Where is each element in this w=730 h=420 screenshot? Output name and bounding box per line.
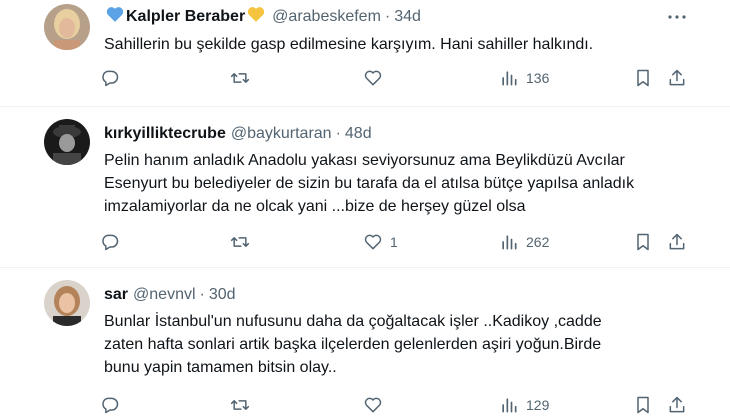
tweet-text: Pelin hanım anladık Anadolu yakası seviy…	[104, 152, 635, 215]
views-button[interactable]: 136	[499, 66, 549, 90]
like-button[interactable]: 1	[363, 230, 398, 254]
bookmark-button[interactable]	[633, 230, 653, 254]
view-count: 136	[526, 70, 550, 86]
heart-icon	[364, 397, 382, 413]
share-icon	[669, 233, 685, 250]
reply-button[interactable]	[100, 230, 127, 254]
separator-dot: ·	[199, 286, 205, 303]
retweet-icon	[230, 400, 250, 410]
user-handle[interactable]: @nevnvl	[133, 285, 196, 305]
tweet[interactable]: sar @nevnvl · 30d Bunlar İstanbul'un nuf…	[0, 268, 730, 420]
timestamp[interactable]: 48d	[345, 124, 372, 144]
blue-heart-icon	[106, 6, 124, 28]
retweet-button[interactable]	[230, 393, 257, 417]
heart-icon	[364, 70, 382, 86]
yellow-heart-icon	[247, 6, 265, 28]
views-button[interactable]: 262	[499, 230, 549, 254]
heart-icon	[364, 234, 382, 250]
like-button[interactable]	[363, 393, 390, 417]
share-button[interactable]	[667, 230, 687, 254]
tweet-text: Bunlar İstanbul'un nufusunu daha da çoğa…	[104, 313, 602, 376]
tweet-actions: 136	[96, 66, 696, 90]
display-name[interactable]: sar	[104, 285, 128, 305]
user-avatar[interactable]	[44, 4, 90, 50]
analytics-icon	[502, 398, 517, 413]
separator-dot: ·	[384, 8, 391, 25]
bookmark-icon	[637, 396, 649, 414]
like-count: 1	[390, 234, 398, 250]
bookmark-button[interactable]	[633, 66, 653, 90]
tweet-actions: 129	[96, 393, 696, 417]
separator-dot: ·	[335, 125, 341, 142]
timestamp[interactable]: 30d	[209, 285, 236, 305]
reply-button[interactable]	[100, 66, 127, 90]
retweet-button[interactable]	[230, 66, 257, 90]
tweet[interactable]: Kalpler Beraber @arabeskefem · 34d Sahil…	[0, 0, 730, 106]
bookmark-icon	[637, 69, 649, 87]
view-count: 129	[526, 397, 550, 413]
timestamp[interactable]: 34d	[394, 7, 421, 27]
more-options-icon[interactable]	[666, 7, 688, 27]
views-button[interactable]: 129	[499, 393, 549, 417]
analytics-icon	[502, 71, 517, 86]
share-icon	[669, 396, 685, 413]
retweet-icon	[230, 73, 250, 83]
bookmark-button[interactable]	[633, 393, 653, 417]
share-button[interactable]	[667, 66, 687, 90]
retweet-button[interactable]	[230, 230, 257, 254]
tweet-feed: Kalpler Beraber @arabeskefem · 34d Sahil…	[0, 0, 730, 420]
retweet-icon	[230, 237, 250, 247]
reply-icon	[102, 70, 119, 87]
user-avatar[interactable]	[44, 280, 90, 326]
user-avatar[interactable]	[44, 119, 90, 165]
display-name[interactable]: Kalpler Beraber	[126, 7, 245, 27]
reply-button[interactable]	[100, 393, 127, 417]
tweet-actions: 1 262	[96, 230, 696, 254]
view-count: 262	[526, 234, 550, 250]
share-button[interactable]	[667, 393, 687, 417]
reply-icon	[102, 397, 119, 414]
display-name[interactable]: kırkyilliktecrube	[104, 124, 226, 144]
analytics-icon	[502, 235, 517, 250]
like-button[interactable]	[363, 66, 390, 90]
tweet-text: Sahillerin bu şekilde gasp edilmesine ka…	[104, 36, 594, 53]
share-icon	[669, 69, 685, 86]
user-handle[interactable]: @arabeskefem	[272, 7, 381, 27]
user-handle[interactable]: @baykurtaran	[231, 124, 332, 144]
bookmark-icon	[637, 233, 649, 251]
tweet[interactable]: kırkyilliktecrube @baykurtaran · 48d Pel…	[0, 107, 730, 267]
reply-icon	[102, 234, 119, 251]
